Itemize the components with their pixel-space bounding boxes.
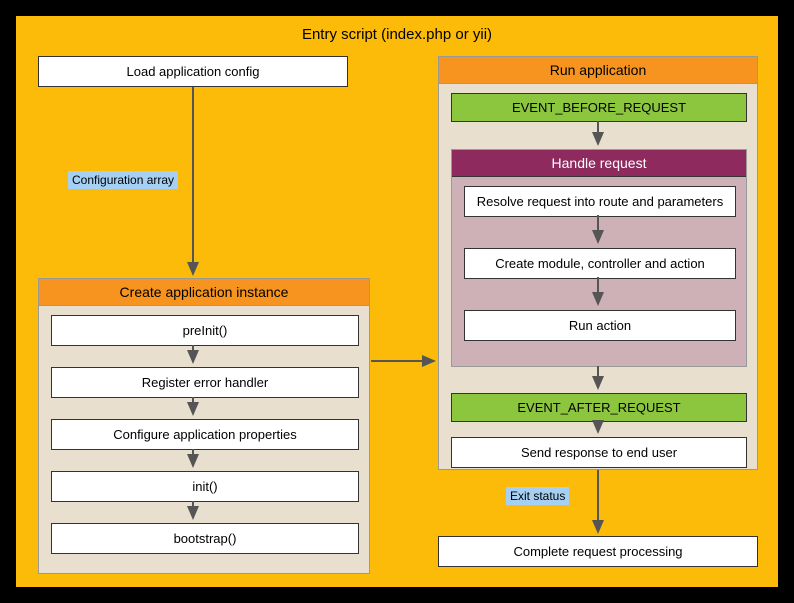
run-app-group: Run application EVENT_BEFORE_REQUEST Han… [438,56,758,470]
event-before-box: EVENT_BEFORE_REQUEST [451,93,747,122]
entry-script-title: Entry script (index.php or yii) [16,26,778,43]
load-config-box: Load application config [38,56,348,87]
resolve-box: Resolve request into route and parameter… [464,186,736,217]
complete-processing-box: Complete request processing [438,536,758,567]
run-action-box: Run action [464,310,736,341]
init-box: init() [51,471,359,502]
create-instance-header: Create application instance [39,279,369,306]
handle-request-group: Handle request Resolve request into rout… [451,149,747,367]
preinit-box: preInit() [51,315,359,346]
exit-status-label: Exit status [506,487,569,505]
config-array-label: Configuration array [68,171,178,189]
register-error-box: Register error handler [51,367,359,398]
bootstrap-box: bootstrap() [51,523,359,554]
send-response-box: Send response to end user [451,437,747,468]
configure-props-box: Configure application properties [51,419,359,450]
run-app-header: Run application [439,57,757,84]
create-instance-group: Create application instance preInit() Re… [38,278,370,574]
create-module-box: Create module, controller and action [464,248,736,279]
event-after-box: EVENT_AFTER_REQUEST [451,393,747,422]
handle-request-header: Handle request [452,150,746,177]
